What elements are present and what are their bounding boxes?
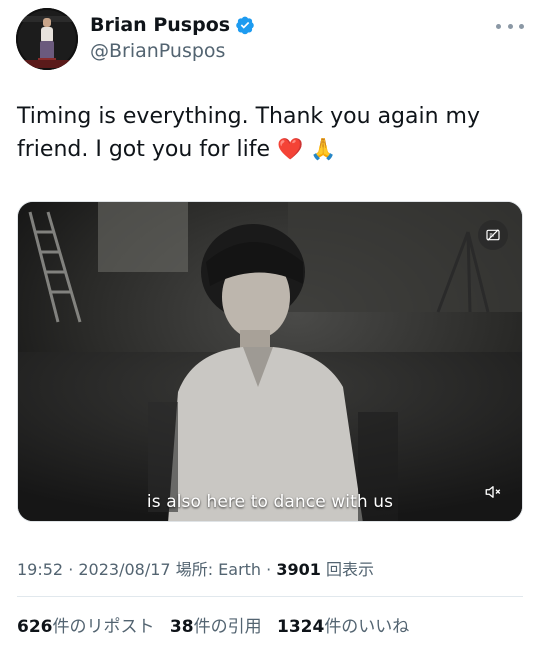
likes-stat[interactable]: 1324件のいいね [277,617,409,637]
tweet-date[interactable]: 2023/08/17 [78,560,170,579]
likes-label: 件のいいね [324,617,410,637]
more-options-icon[interactable] [496,16,524,36]
author-handle[interactable]: @BrianPuspos [90,40,225,62]
author-name[interactable]: Brian Puspos [90,14,230,36]
tweet-header: Brian Puspos @BrianPuspos [16,8,524,72]
avatar[interactable] [16,8,78,70]
views-label: 回表示 [325,560,374,579]
verified-badge-icon [235,15,255,35]
tweet-time[interactable]: 19:52 [17,560,63,579]
quotes-count: 38 [169,617,194,637]
engagement-stats: 626件のリポスト 38件の引用 1324件のいいね [17,612,419,637]
divider [17,596,523,597]
reposts-count: 626 [17,617,53,637]
folded-hands-emoji-icon: 🙏 [310,137,337,161]
quotes-stat[interactable]: 38件の引用 [170,617,267,637]
tweet-body: Timing is everything. Thank you again my… [17,104,480,162]
avatar-image [16,8,78,70]
separator-dot: · [266,560,277,579]
quotes-label: 件の引用 [193,617,262,637]
tweet-meta: 19:52 · 2023/08/17 場所: Earth · 3901 回表示 [17,556,374,580]
reposts-stat[interactable]: 626件のリポスト [17,617,160,637]
video-frame [18,202,522,521]
separator-dot: · [68,560,79,579]
tweet-location: 場所: Earth [175,560,262,579]
video-player[interactable]: is also here to dance with us [17,201,523,522]
tweet-text: Timing is everything. Thank you again my… [17,100,517,166]
reposts-label: 件のリポスト [52,617,155,637]
heart-emoji-icon: ❤️ [277,137,304,161]
name-row: Brian Puspos [90,14,255,36]
video-subtitle: is also here to dance with us [146,492,394,512]
views-count: 3901 [276,560,321,579]
captions-off-icon[interactable] [478,220,508,250]
mute-icon[interactable] [480,481,506,503]
likes-count: 1324 [276,617,325,637]
